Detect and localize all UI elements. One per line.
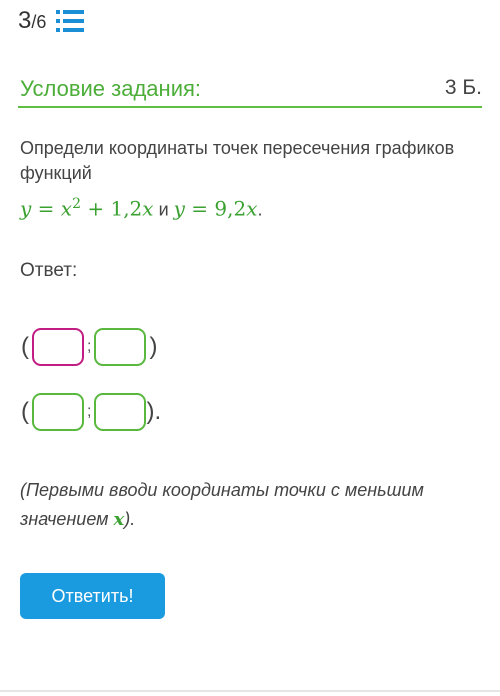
points-badge: 3 Б. <box>444 76 482 99</box>
open-paren: ( <box>21 333 29 360</box>
section-title: Условие задания: <box>20 76 202 101</box>
list-icon[interactable] <box>56 10 85 32</box>
point2-y-input[interactable] <box>94 393 147 431</box>
header: 3/6 <box>18 6 85 36</box>
divider <box>18 106 482 108</box>
close-paren: ). <box>146 398 162 425</box>
progress-current: 3 <box>18 7 32 34</box>
separator: ; <box>87 338 92 355</box>
close-paren: ) <box>149 333 158 360</box>
answer-row-2: ( ; ). <box>18 390 168 434</box>
answer-label: Ответ: <box>20 260 78 281</box>
open-paren: ( <box>21 398 29 425</box>
progress-total: /6 <box>31 12 47 32</box>
point1-x-input[interactable] <box>32 328 84 366</box>
point1-y-input[interactable] <box>94 328 147 366</box>
submit-button[interactable]: Ответить! <box>20 573 165 619</box>
answer-row-1: ( ; ) <box>18 325 160 369</box>
instruction-note: (Первыми вводи координаты точки с меньши… <box>20 480 424 530</box>
progress-counter: 3/6 <box>18 7 46 35</box>
point2-x-input[interactable] <box>32 393 84 431</box>
task-text: Определи координаты точек пересечения гр… <box>20 138 455 183</box>
formula: y = x2 + 1,2x и y = 9,2x. <box>20 196 263 221</box>
bottom-divider <box>0 690 500 692</box>
separator: ; <box>87 403 92 420</box>
